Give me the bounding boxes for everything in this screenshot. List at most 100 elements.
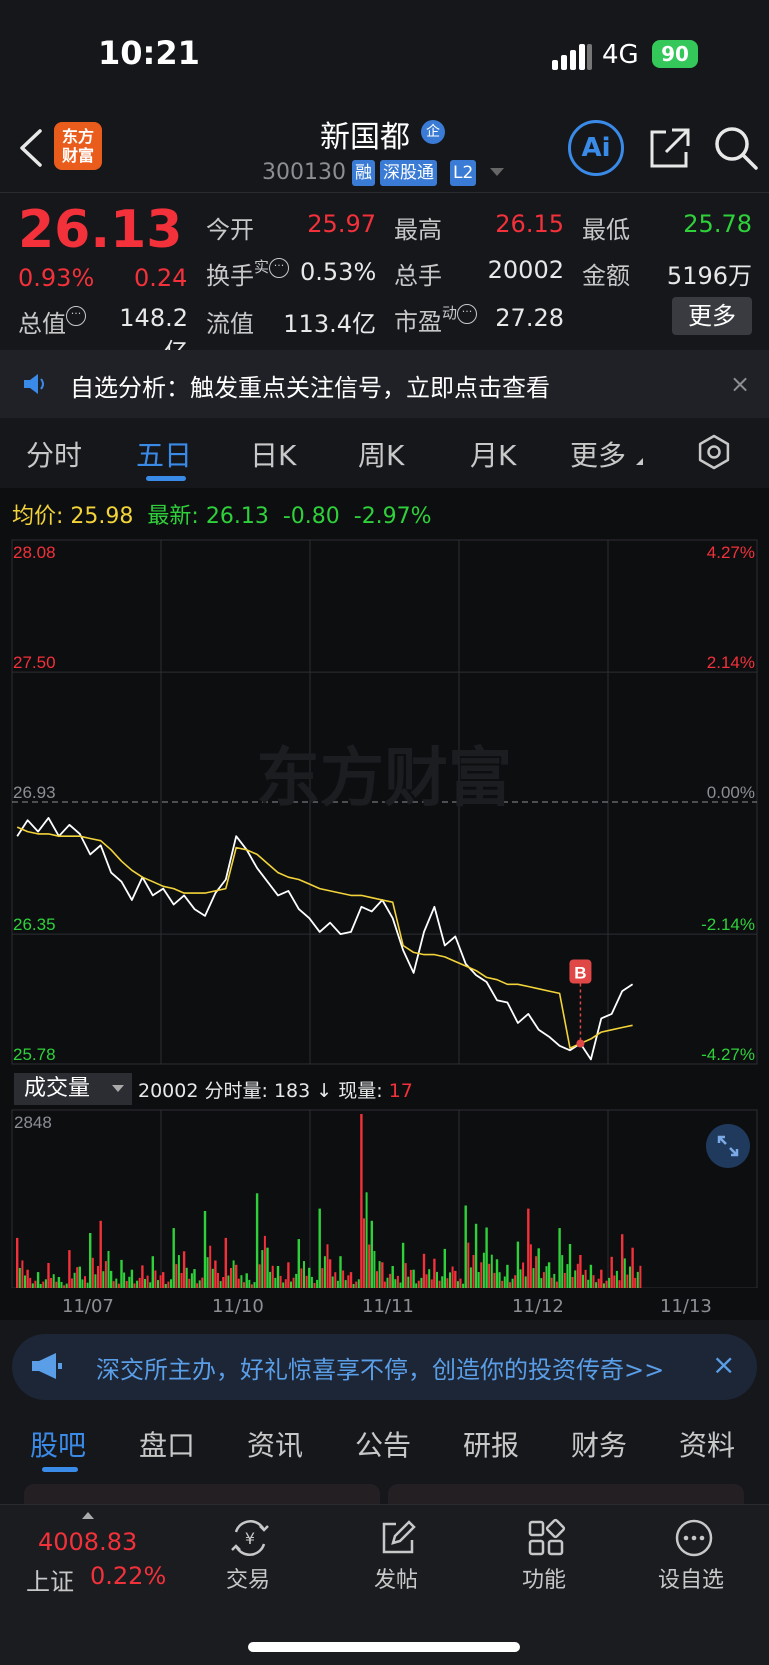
five-day-price-chart[interactable]: 东方财富 28.08 4.27% 27.50 2.14% 26.93 0.00% 26.35… [0, 530, 769, 1070]
ad-text[interactable]: 深交所主办，好礼惊喜享不停，创造你的投资传奇>> [96, 1350, 696, 1385]
volume-bar [441, 1276, 444, 1288]
volume-value: 20002 [487, 256, 564, 284]
volume-bar [144, 1279, 146, 1288]
index-percent[interactable]: 0.22% [90, 1562, 166, 1590]
tab-news[interactable]: 资讯 [247, 1424, 303, 1464]
volume-bar [480, 1262, 483, 1288]
chevron-down-icon[interactable] [490, 168, 504, 176]
tab-research[interactable]: 研报 [463, 1424, 519, 1464]
amount-label: 金额 [582, 262, 630, 290]
tab-forum[interactable]: 股吧 [30, 1424, 86, 1464]
home-indicator[interactable] [248, 1642, 520, 1652]
nav-post[interactable]: 发帖 [374, 1562, 418, 1594]
volume-bar [561, 1255, 564, 1288]
volume-bar [506, 1264, 509, 1288]
volume-bar [219, 1281, 222, 1288]
index-name[interactable]: 上证 [26, 1562, 74, 1597]
volume-bar [261, 1250, 264, 1288]
share-icon[interactable] [648, 126, 692, 170]
volume-bar [428, 1269, 431, 1288]
index-value[interactable]: 4008.83 [38, 1528, 137, 1556]
tab-announcements[interactable]: 公告 [355, 1424, 411, 1464]
search-icon[interactable] [712, 124, 760, 172]
tab-intraday[interactable]: 分时 [26, 434, 82, 474]
volume-bar [123, 1272, 126, 1288]
nav-trade[interactable]: 交易 [226, 1562, 270, 1594]
nav-functions[interactable]: 功能 [522, 1562, 566, 1594]
status-time: 10:21 [98, 34, 200, 72]
close-icon[interactable]: × [712, 1348, 735, 1381]
tab-daily-k[interactable]: 日K [250, 434, 296, 474]
volume-bar [469, 1267, 472, 1288]
tab-five-day[interactable]: 五日 [136, 434, 192, 474]
notice-text[interactable]: 自选分析：触发重点关注信号，立即点击查看 [70, 368, 550, 403]
tab-profile[interactable]: 资料 [679, 1424, 735, 1464]
back-arrow-icon[interactable] [18, 128, 44, 168]
active-tab-indicator [42, 1467, 78, 1472]
volume-bar [383, 1281, 386, 1288]
volume-bar [535, 1256, 538, 1288]
volume-bar [185, 1267, 188, 1288]
volume-bar [550, 1277, 553, 1288]
more-dots-icon[interactable]: ··· [457, 304, 478, 324]
volume-bar [310, 1276, 313, 1288]
grid-apps-icon[interactable] [526, 1518, 566, 1558]
volume-bar [196, 1283, 199, 1288]
volume-bar [582, 1274, 584, 1288]
volume-bar [618, 1280, 621, 1288]
volume-bar [31, 1283, 34, 1288]
tab-financials[interactable]: 财务 [571, 1424, 627, 1464]
battery-icon: 90 [652, 40, 698, 68]
tab-weekly-k[interactable]: 周K [358, 434, 404, 474]
more-dots-icon[interactable]: ··· [269, 258, 290, 278]
volume-bar [151, 1256, 154, 1288]
chart-info-line: 均价: 25.98 最新: 26.13 -0.80 -2.97% [12, 498, 432, 530]
volume-bar [128, 1276, 131, 1288]
volume-bar [81, 1279, 84, 1288]
close-icon[interactable]: × [730, 370, 750, 398]
volume-bar [162, 1272, 165, 1288]
volume-bar [553, 1273, 556, 1288]
volume-bar [623, 1258, 626, 1288]
volume-bar [55, 1281, 58, 1288]
y-tick-right: -2.14% [701, 915, 755, 934]
volume-bar [44, 1279, 47, 1288]
volume-bar [462, 1283, 465, 1288]
volume-bar [269, 1271, 272, 1288]
volume-chart[interactable]: 2848 [0, 1108, 769, 1288]
eastmoney-logo[interactable]: 东方 财富 [54, 122, 102, 170]
volume-bar [68, 1250, 71, 1288]
volume-bar [519, 1269, 522, 1288]
volume-bar [42, 1281, 45, 1288]
volume-bar [157, 1280, 159, 1288]
volume-bar [303, 1261, 305, 1288]
content-card[interactable] [388, 1484, 744, 1504]
volume-bar [595, 1282, 598, 1288]
volume-bar [52, 1274, 55, 1288]
volume-bar [636, 1271, 639, 1288]
content-card[interactable] [24, 1484, 380, 1504]
expand-icon[interactable] [706, 1124, 750, 1168]
ai-assistant-button[interactable]: Ai [568, 120, 624, 176]
tag-level2: L2 [450, 160, 477, 186]
volume-bar [326, 1244, 329, 1288]
tab-more[interactable]: 更多 [570, 434, 626, 474]
gear-icon[interactable] [696, 434, 732, 470]
volume-bar [232, 1260, 235, 1288]
trade-icon[interactable]: ¥ [230, 1518, 270, 1558]
more-circle-icon[interactable] [674, 1518, 714, 1558]
nav-add-watchlist[interactable]: 设自选 [658, 1562, 724, 1594]
volume-bar [451, 1266, 454, 1288]
chevron-up-icon[interactable] [82, 1512, 94, 1519]
more-quote-button[interactable]: 更多 [672, 297, 752, 335]
tab-monthly-k[interactable]: 月K [470, 434, 516, 474]
more-dots-icon[interactable]: ··· [66, 306, 86, 326]
tab-order-book[interactable]: 盘口 [139, 1424, 195, 1464]
volume-bar [217, 1272, 219, 1288]
volume-bar [313, 1283, 316, 1288]
volume-bar [209, 1245, 212, 1288]
stock-name: 新国都 [320, 120, 410, 155]
volume-bar [253, 1282, 256, 1288]
edit-post-icon[interactable] [378, 1518, 418, 1558]
volume-bar [563, 1273, 566, 1288]
